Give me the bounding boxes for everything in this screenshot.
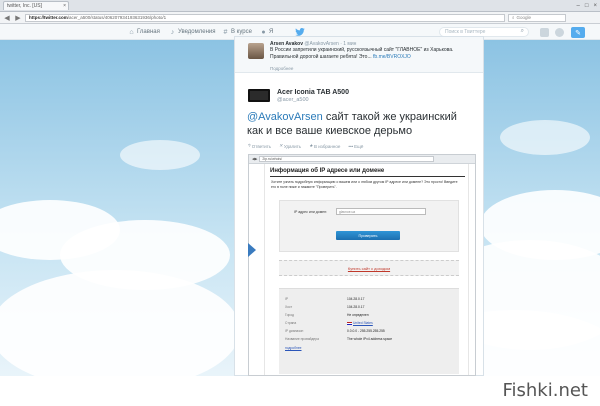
tweet-photo[interactable]: ◀▶ 2ip.ru/whois/ Информация об IP адресе… (248, 154, 476, 376)
avatar[interactable] (248, 43, 264, 59)
tweet-author-handle[interactable]: @acer_a500 (277, 97, 309, 103)
star-icon: ★ (309, 143, 314, 148)
search-icon: ⌕ (520, 28, 524, 34)
photo-results-table: IP 104.28.0.17 Хост 104.28.0.17 Город Не оп… (279, 288, 459, 374)
reply-icon: ↰ (247, 143, 251, 148)
nav-home[interactable]: ⌂ Главная (128, 27, 160, 37)
nav-notifications-label: Уведомления (178, 29, 216, 35)
table-row: Город Не определен (285, 313, 369, 317)
nav-discover-label: В курсе (231, 29, 252, 35)
nav-notifications[interactable]: ♪ Уведомления (169, 27, 216, 37)
photo-page: Информация об IP адресе или домене Хотит… (264, 164, 469, 375)
tab-close-icon[interactable]: × (63, 3, 66, 9)
photo-page-title: Информация об IP адресе или домене (270, 168, 385, 174)
table-row: IP диапазон 0.0.0.0 - 255.255.255.255 (285, 329, 385, 333)
browser-search-field[interactable]: ⌕ Google (508, 13, 566, 22)
window-controls: – □ × (577, 3, 597, 9)
home-icon: ⌂ (129, 28, 134, 36)
compose-tweet-button[interactable]: ✎ (571, 27, 585, 38)
address-bar: ◀ ▶ https://twitter.com/acer_a500/status… (0, 12, 600, 24)
photo-page-description: Хотите узнать подробную информацию о ваш… (271, 180, 458, 189)
back-icon[interactable]: ◀ (3, 14, 11, 22)
more-button[interactable]: ••• Ещё (348, 143, 363, 149)
browser-tab[interactable]: twitter, Inc. [US] × (3, 1, 69, 10)
messages-icon[interactable] (540, 28, 549, 37)
compose-icon: ✎ (575, 29, 581, 37)
person-icon: ● (261, 28, 266, 36)
photo-ad-link: Купить сайт с доходом (347, 266, 391, 271)
table-row: Страна United States (285, 321, 373, 325)
avatar[interactable] (248, 89, 270, 102)
photo-details-link: подробнее (285, 346, 302, 350)
tweet-modal: Arsen Avakov @AvakovArsen · 1 мин В Росс… (234, 36, 484, 376)
photo-ad-strip: Купить сайт с доходом (279, 260, 459, 276)
context-tweet-text: В России запретили украинский, русскоязы… (270, 47, 475, 61)
previous-photo-arrow[interactable] (248, 243, 256, 257)
url-path: /acer_a500/status/406207934193631936/pho… (67, 15, 167, 20)
context-tweet[interactable]: Arsen Avakov @AvakovArsen · 1 мин В Росс… (235, 37, 483, 73)
context-tweet-link[interactable]: fb.me/BVROXJO (373, 54, 411, 60)
maximize-button[interactable]: □ (585, 3, 589, 9)
tweet-author-name[interactable]: Acer Iconia TAB A500 (277, 89, 349, 96)
photo-check-button: Проверить (336, 231, 400, 240)
photo-browser-chrome: ◀▶ 2ip.ru/whois/ (249, 155, 475, 164)
search-icon: ⌕ (512, 15, 515, 20)
divider (270, 176, 465, 177)
nav-me-label: Я (269, 29, 274, 35)
more-icon: ••• (348, 143, 354, 149)
browser-search-placeholder: Google (516, 15, 532, 20)
twitter-search-placeholder: Поиск в Твиттере (445, 29, 486, 35)
context-tweet-body: В России запретили украинский, русскоязы… (270, 47, 454, 60)
url-host: https://twitter.com (29, 15, 68, 20)
bell-icon: ♪ (170, 28, 175, 36)
photo-field-value: glavnoe.ua (336, 208, 426, 215)
twitter-bird-icon[interactable] (295, 28, 305, 36)
nav-home-label: Главная (137, 29, 160, 35)
delete-button[interactable]: ✕ Удалить (279, 143, 301, 149)
hashtag-icon: # (223, 28, 228, 36)
trash-icon: ✕ (279, 143, 283, 148)
watermark: Fishki.net (502, 380, 588, 401)
browser-tab-bar: twitter, Inc. [US] × – □ × (0, 0, 600, 12)
tab-title: twitter, Inc. [US] (7, 3, 43, 9)
us-flag-icon (347, 321, 352, 325)
photo-lookup-form: IP адрес или домен: glavnoe.ua Проверить (279, 200, 459, 252)
table-row: Хост 104.28.0.17 (285, 305, 365, 309)
context-tweet-more[interactable]: Подробнее (270, 66, 293, 71)
tweet-actions: ↰ Ответить ✕ Удалить ★ В избранное ••• Ещё (247, 143, 363, 149)
close-window-button[interactable]: × (593, 3, 597, 9)
favorite-button[interactable]: ★ В избранное (309, 143, 340, 149)
forward-icon[interactable]: ▶ (14, 14, 22, 22)
gear-icon[interactable] (555, 28, 564, 37)
photo-url: 2ip.ru/whois/ (259, 156, 435, 162)
tweet-text: @AvakovArsen сайт такой же украинский ка… (247, 110, 475, 138)
table-row: IP 104.28.0.17 (285, 297, 365, 301)
minimize-button[interactable]: – (577, 3, 580, 9)
photo-nav-icon: ◀▶ (252, 157, 258, 161)
url-field[interactable]: https://twitter.com/acer_a500/status/406… (25, 13, 505, 22)
reply-button[interactable]: ↰ Ответить (247, 143, 271, 149)
photo-field-label: IP адрес или домен: (294, 210, 327, 214)
tweet-mention[interactable]: @AvakovArsen (247, 111, 323, 123)
table-row: Название провайдера The whole IPv4 addres… (285, 337, 393, 341)
